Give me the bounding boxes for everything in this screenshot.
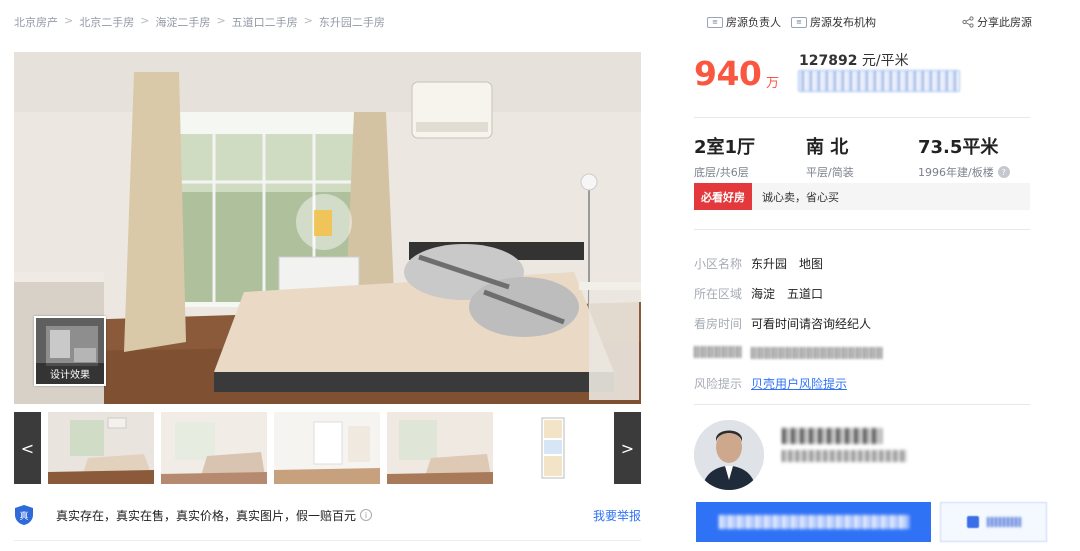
- redacted-label: [694, 345, 751, 361]
- visit-time-label: 看房时间: [694, 316, 743, 331]
- agency-card-icon: ≡: [791, 16, 807, 28]
- spec-area-year: 1996年建/板楼 ?: [918, 164, 1030, 180]
- info-row-visit-time: 看房时间 可看时间请咨询经纪人: [694, 308, 1030, 338]
- house-specs: 2室1厅 底层/共6层 南 北 平层/简装 73.5平米 1996年建/板楼 ?: [694, 133, 1030, 180]
- visit-time-value: 可看时间请咨询经纪人: [751, 316, 872, 331]
- breadcrumb-separator: >: [140, 14, 150, 27]
- thumbnail-image: [161, 412, 267, 484]
- section-divider: [694, 229, 1030, 230]
- breadcrumb-item-dongshengyuan-secondhand[interactable]: 东升园二手房: [319, 14, 385, 30]
- risk-notice-link[interactable]: 贝壳用户风险提示: [751, 375, 847, 392]
- recommendation-row: 必看好房 诚心卖，省心买: [694, 183, 1030, 210]
- recommendation-text: 诚心卖，省心买: [762, 190, 839, 204]
- chevron-right-icon: >: [620, 438, 635, 458]
- spec-orientation-type: 平层/简装: [806, 166, 854, 179]
- listing-owner-button[interactable]: ≡ 房源负责人: [707, 14, 781, 30]
- spec-orientation-value: 南 北: [806, 137, 849, 158]
- owner-card-icon: ≡: [707, 16, 723, 28]
- area-label: 所在区域: [694, 286, 743, 301]
- unit-price-unit: 元/平米: [857, 53, 909, 69]
- shield-icon: 真: [15, 505, 33, 525]
- spec-area-value: 73.5平米: [918, 137, 999, 158]
- breadcrumb-separator: >: [303, 14, 313, 27]
- listing-actions-bar: ≡ 房源负责人 ≡ 房源发布机构 分享此房源: [707, 14, 1032, 30]
- phone-number-redacted: [718, 515, 909, 529]
- district-link[interactable]: 海淀: [751, 285, 775, 302]
- breadcrumb: 北京房产 > 北京二手房 > 海淀二手房 > 五道口二手房 > 东升园二手房: [14, 14, 385, 30]
- unit-price-value: 127892: [799, 53, 858, 69]
- thumbnail-bedroom-3[interactable]: [387, 412, 493, 484]
- section-divider: [694, 404, 1030, 405]
- info-icon[interactable]: i: [360, 509, 373, 521]
- price-section: 940 万 127892 元/平米: [694, 50, 1030, 114]
- unit-price: 127892 元/平米: [799, 50, 909, 70]
- breadcrumb-item-wudaokou-secondhand[interactable]: 五道口二手房: [232, 14, 298, 30]
- thumbnail-bedroom-2[interactable]: [161, 412, 267, 484]
- redacted-value: [751, 347, 883, 359]
- guarantee-text: 真实存在，真实在售，真实价格，真实图片，假一赔百元: [56, 508, 357, 523]
- section-divider: [14, 540, 641, 541]
- thumbnail-image: [274, 412, 380, 484]
- call-agent-button[interactable]: [696, 502, 931, 542]
- thumbnail-floor-plan[interactable]: [500, 412, 606, 484]
- section-divider: [694, 117, 1030, 118]
- help-icon[interactable]: ?: [997, 166, 1010, 178]
- main-listing-photo[interactable]: 设计效果: [14, 52, 641, 404]
- shield-badge-text: 真: [19, 510, 28, 522]
- thumbnail-image: [48, 412, 154, 484]
- share-icon: [962, 16, 974, 28]
- floor-plan-image: [500, 412, 606, 484]
- info-row-risk: 风险提示 贝壳用户风险提示: [694, 368, 1030, 398]
- info-row-community: 小区名称 东升园 地图: [694, 248, 1030, 278]
- publishing-agency-button[interactable]: ≡ 房源发布机构: [791, 14, 876, 30]
- chevron-left-icon: <: [20, 438, 35, 458]
- authenticity-guarantee: 真 真实存在，真实在售，真实价格，真实图片，假一赔百元 i 我要举报: [14, 502, 641, 528]
- block-link[interactable]: 五道口: [787, 285, 823, 302]
- bedroom-photo-illustration: [14, 52, 641, 404]
- breadcrumb-separator: >: [64, 14, 74, 27]
- thumbnail-image: [387, 412, 493, 484]
- agent-name-redacted[interactable]: [782, 428, 882, 444]
- next-photo-button[interactable]: >: [614, 412, 641, 484]
- agent-title-redacted: [782, 450, 906, 462]
- chat-icon: [966, 516, 979, 528]
- total-price: 940: [694, 54, 762, 93]
- community-label: 小区名称: [694, 256, 743, 271]
- spec-area: 73.5平米 1996年建/板楼 ?: [918, 133, 1030, 180]
- chat-label-redacted: [986, 517, 1021, 527]
- report-link[interactable]: 我要举报: [593, 507, 641, 524]
- info-row-area: 所在区域 海淀 五道口: [694, 278, 1030, 308]
- prev-photo-button[interactable]: <: [14, 412, 41, 484]
- listing-owner-label: 房源负责人: [726, 16, 781, 29]
- risk-label: 风险提示: [694, 376, 743, 391]
- must-see-badge: 必看好房: [694, 183, 752, 210]
- share-listing-label: 分享此房源: [977, 16, 1032, 29]
- online-chat-button[interactable]: [940, 502, 1047, 542]
- spec-layout-floor: 底层/共6层: [694, 166, 749, 179]
- agent-card: [694, 420, 1030, 492]
- spec-layout-value: 2室1厅: [694, 137, 756, 158]
- breadcrumb-item-beijing-property[interactable]: 北京房产: [14, 14, 58, 30]
- share-listing-button[interactable]: 分享此房源: [962, 14, 1032, 30]
- spec-area-year-text: 1996年建/板楼: [918, 166, 994, 179]
- breadcrumb-separator: >: [216, 14, 226, 27]
- info-row-redacted: [694, 338, 1030, 368]
- agent-photo: [694, 420, 764, 490]
- design-effect-label: 设计效果: [36, 363, 104, 384]
- thumbnail-living-room[interactable]: [274, 412, 380, 484]
- thumbnail-strip: < >: [14, 412, 641, 484]
- total-price-unit: 万: [766, 76, 780, 91]
- listing-info: 小区名称 东升园 地图 所在区域 海淀 五道口 看房时间 可看时间请咨询经纪人 …: [694, 248, 1030, 398]
- publishing-agency-label: 房源发布机构: [810, 16, 876, 29]
- thumbnail-bedroom-1[interactable]: [48, 412, 154, 484]
- breadcrumb-item-beijing-secondhand[interactable]: 北京二手房: [79, 14, 134, 30]
- community-name-link[interactable]: 东升园: [751, 255, 787, 272]
- breadcrumb-item-haidian-secondhand[interactable]: 海淀二手房: [155, 14, 210, 30]
- community-map-link[interactable]: 地图: [799, 255, 823, 272]
- spec-orientation: 南 北 平层/简装: [806, 133, 918, 180]
- avatar[interactable]: [694, 420, 764, 490]
- blurred-price-badge[interactable]: [798, 70, 960, 92]
- design-effect-thumbnail[interactable]: 设计效果: [34, 316, 106, 386]
- spec-layout: 2室1厅 底层/共6层: [694, 133, 806, 180]
